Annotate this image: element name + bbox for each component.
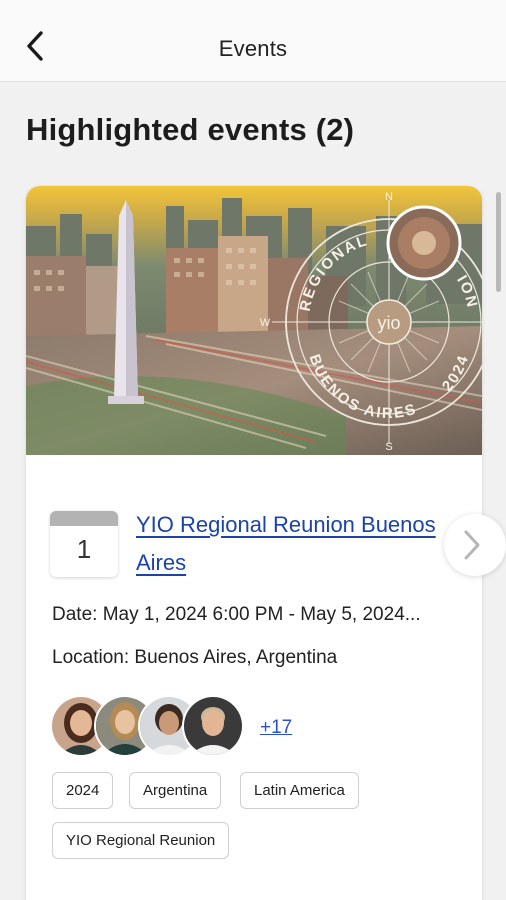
next-event-button[interactable] <box>444 514 506 576</box>
event-day: 1 <box>76 534 92 564</box>
top-app-bar: Events <box>0 0 506 82</box>
tag-chip[interactable]: YIO Regional Reunion <box>52 822 230 859</box>
event-banner-image: yio REGIONAL ION BUENOS AIRES 2024 N S W <box>26 186 482 455</box>
event-date: Date: May 1, 2024 6:00 PM - May 5, 2024.… <box>52 604 421 626</box>
location-value: Buenos Aires, Argentina <box>134 647 338 668</box>
section-title: Highlighted events (2) <box>26 112 355 147</box>
attendee-avatars[interactable] <box>50 695 244 759</box>
event-card[interactable]: yio REGIONAL ION BUENOS AIRES 2024 N S W… <box>26 186 482 900</box>
svg-text:yio: yio <box>377 313 400 333</box>
svg-text:N: N <box>385 191 393 203</box>
tag-chip[interactable]: 2024 <box>52 772 114 809</box>
scrollbar[interactable] <box>496 192 501 292</box>
more-attendees-link[interactable]: +17 <box>260 717 292 739</box>
tag-chip[interactable]: Latin America <box>240 772 359 809</box>
tag-chip[interactable]: Argentina <box>129 772 222 809</box>
svg-text:W: W <box>260 317 271 329</box>
event-location: Location: Buenos Aires, Argentina <box>52 647 337 669</box>
event-title-link[interactable]: YIO Regional Reunion Buenos Aires <box>136 506 436 582</box>
avatar[interactable] <box>182 695 244 757</box>
chevron-right-icon <box>464 530 480 560</box>
date-value: May 1, 2024 6:00 PM - May 5, 2024... <box>102 604 421 625</box>
calendar-header <box>50 511 118 526</box>
svg-text:S: S <box>385 441 392 453</box>
date-label: Date: <box>52 604 98 625</box>
page-title: Events <box>218 36 288 61</box>
location-label: Location: <box>52 647 130 668</box>
calendar-date-icon: 1 <box>50 511 118 577</box>
